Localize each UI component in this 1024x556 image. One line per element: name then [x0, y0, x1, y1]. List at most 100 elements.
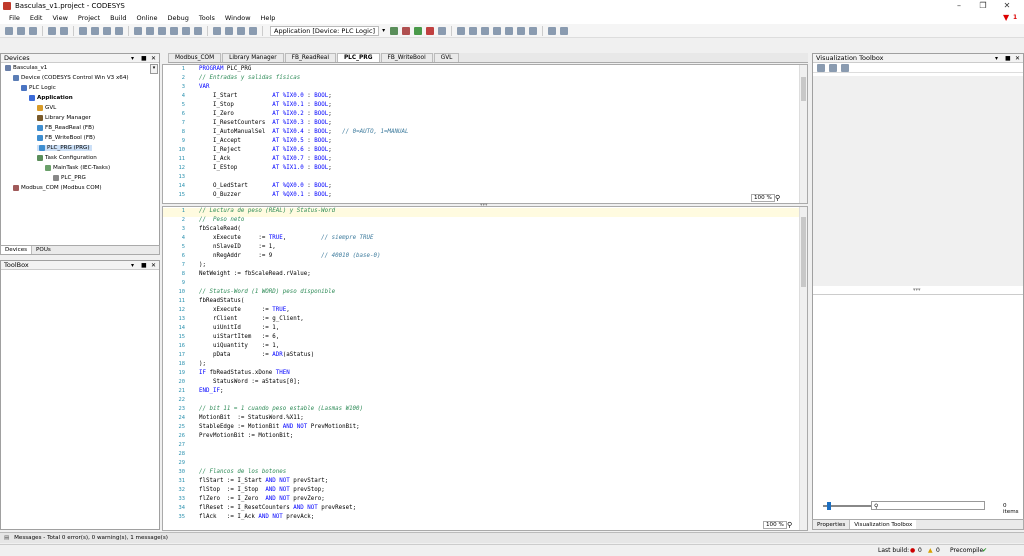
viz-add-icon[interactable]	[817, 63, 825, 72]
find-icon[interactable]	[134, 26, 142, 35]
code-line[interactable]: flStart := I_Start AND NOT prevStart;	[199, 478, 328, 484]
logout-icon[interactable]	[402, 26, 411, 35]
code-line[interactable]: I_Accept AT %IX0.5 : BOOL;	[199, 138, 332, 144]
code-line[interactable]: rClient := g_Client,	[199, 316, 304, 322]
reset-icon[interactable]	[438, 26, 447, 35]
zoom-magnifier-icon[interactable]: ⚲	[787, 521, 792, 529]
implementation-editor[interactable]: 1 // Lectura de peso (REAL) y Status-Word…	[162, 206, 808, 531]
code-line[interactable]: I_Reject AT %IX0.6 : BOOL;	[199, 147, 332, 153]
redo-icon[interactable]	[60, 26, 68, 35]
code-line[interactable]: flStop := I_Stop AND NOT prevStop;	[199, 487, 325, 493]
open-project-icon[interactable]	[17, 26, 25, 35]
panel-close-icon[interactable]: ✕	[151, 54, 156, 63]
menu-project[interactable]: Project	[78, 14, 100, 22]
menu-tools[interactable]: Tools	[199, 14, 215, 22]
menu-file[interactable]: File	[9, 14, 20, 22]
messages-bar[interactable]: ▤ Messages - Total 0 error(s), 0 warning…	[0, 532, 1024, 543]
declaration-scrollbar[interactable]	[799, 65, 807, 203]
implementation-scrollbar[interactable]	[799, 207, 807, 530]
tree-item[interactable]: Basculas_v1	[5, 65, 47, 71]
code-line[interactable]: // Entradas y salidas físicas	[199, 75, 300, 81]
device-scan-icon[interactable]	[548, 26, 557, 35]
menu-debug[interactable]: Debug	[167, 14, 188, 22]
code-line[interactable]: O_LedStart AT %QX0.0 : BOOL;	[199, 183, 332, 189]
tree-item[interactable]: Modbus_COM (Modbus COM)	[13, 185, 102, 191]
scroll-thumb[interactable]	[801, 217, 806, 287]
bookmark-next-icon[interactable]	[170, 26, 178, 35]
viz-grid-icon[interactable]	[841, 63, 849, 72]
tree-item[interactable]: Task Configuration	[37, 155, 97, 161]
code-line[interactable]: // Lectura de peso (REAL) y Status-Word	[199, 208, 335, 214]
write-values-icon[interactable]	[505, 26, 514, 35]
panel-pin-icon[interactable]: ■	[141, 261, 147, 270]
code-line[interactable]: flReset := I_ResetCounters AND NOT prevR…	[199, 505, 356, 511]
code-line[interactable]: MotionBit := StatusWord.%X11;	[199, 415, 304, 421]
panel-dropdown-icon[interactable]: ▾	[995, 54, 998, 63]
code-line[interactable]: nSlaveID := 1,	[199, 244, 276, 250]
code-line[interactable]: flAck := I_Ack AND NOT prevAck;	[199, 514, 314, 520]
code-line[interactable]: // Flancos de los botones	[199, 469, 286, 475]
breakpoint-icon[interactable]	[493, 26, 502, 35]
rebuild-icon[interactable]	[225, 26, 233, 35]
code-line[interactable]: xExecute := TRUE,	[199, 307, 290, 313]
tab-properties[interactable]: Properties	[813, 520, 851, 529]
cut-icon[interactable]	[79, 26, 87, 35]
code-line[interactable]: IF fbReadStatus.xDone THEN	[199, 370, 290, 376]
tree-item[interactable]: PLC_PRG	[53, 175, 86, 181]
tab-gvl[interactable]: GVL	[433, 53, 460, 62]
code-line[interactable]: );	[199, 361, 206, 367]
menu-window[interactable]: Window	[225, 14, 251, 22]
settings-icon[interactable]	[560, 26, 569, 35]
start-icon[interactable]	[414, 26, 423, 35]
panel-dropdown-icon[interactable]: ▾	[131, 54, 134, 63]
code-line[interactable]: uiQuantity := 1,	[199, 343, 279, 349]
code-line[interactable]: fbReadStatus(	[199, 298, 244, 304]
impl-zoom-level[interactable]: 100 %	[763, 521, 787, 529]
code-line[interactable]: I_Zero AT %IX0.2 : BOOL;	[199, 111, 332, 117]
bookmark-clear-icon[interactable]	[194, 26, 202, 35]
tab-pous[interactable]: POUs	[32, 246, 55, 254]
menu-edit[interactable]: Edit	[30, 14, 43, 22]
maximize-button[interactable]: ❐	[972, 0, 994, 12]
tree-item[interactable]: PLC_PRG (PRG)	[37, 145, 92, 151]
code-line[interactable]: // bit 11 = 1 cuando peso estable (Lasma…	[199, 406, 363, 412]
panel-pin-icon[interactable]: ■	[141, 54, 147, 63]
code-line[interactable]: O_Buzzer AT %QX0.1 : BOOL;	[199, 192, 332, 198]
decl-zoom-level[interactable]: 100 %	[751, 194, 775, 202]
code-line[interactable]: pData := ADR(aStatus)	[199, 352, 314, 358]
panel-close-icon[interactable]: ✕	[151, 261, 156, 270]
code-line[interactable]: StableEdge := MotionBit AND NOT PrevMoti…	[199, 424, 360, 430]
menu-build[interactable]: Build	[110, 14, 126, 22]
tab-fb-writebool[interactable]: FB_WriteBool	[380, 53, 433, 62]
tree-item[interactable]: PLC Logic	[21, 85, 56, 91]
code-line[interactable]: PrevMotionBit := MotionBit;	[199, 433, 293, 439]
declaration-editor[interactable]: 1 PROGRAM PLC_PRG 2 // Entradas y salidas f…	[162, 64, 808, 204]
copy-icon[interactable]	[91, 26, 99, 35]
code-line[interactable]: I_ResetCounters AT %IX0.3 : BOOL;	[199, 120, 332, 126]
code-line[interactable]: nRegAddr := 9 // 40010 (base-0)	[199, 253, 381, 259]
step-out-icon[interactable]	[481, 26, 490, 35]
tree-item[interactable]: GVL	[37, 105, 56, 111]
force-values-icon[interactable]	[517, 26, 526, 35]
tab-library-manager[interactable]: Library Manager	[222, 53, 284, 62]
unforce-icon[interactable]	[529, 26, 538, 35]
code-line[interactable]: I_Stop AT %IX0.1 : BOOL;	[199, 102, 332, 108]
bookmark-icon[interactable]	[158, 26, 166, 35]
tree-scroll-button[interactable]: ▾	[150, 64, 158, 74]
tree-item[interactable]: MainTask (IEC-Tasks)	[45, 165, 110, 171]
zoom-magnifier-icon[interactable]: ⚲	[775, 194, 780, 202]
panel-pin-icon[interactable]: ■	[1005, 54, 1011, 63]
code-line[interactable]: flZero := I_Zero AND NOT prevZero;	[199, 496, 325, 502]
stop-icon[interactable]	[426, 26, 435, 35]
chevron-down-icon[interactable]: ▾	[382, 27, 385, 34]
panel-close-icon[interactable]: ✕	[1015, 54, 1020, 63]
code-line[interactable]: );	[199, 262, 206, 268]
code-line[interactable]: END_IF;	[199, 388, 223, 394]
step-over-icon[interactable]	[457, 26, 466, 35]
tree-item[interactable]: FB_WriteBool (FB)	[37, 135, 95, 141]
code-line[interactable]: StatusWord := aStatus[0];	[199, 379, 300, 385]
viz-list-icon[interactable]	[829, 63, 837, 72]
code-line[interactable]: I_Ack AT %IX0.7 : BOOL;	[199, 156, 332, 162]
code-line[interactable]: xExecute := TRUE, // siempre TRUE	[199, 235, 374, 241]
tab-visualization-toolbox[interactable]: Visualization Toolbox	[850, 520, 917, 529]
